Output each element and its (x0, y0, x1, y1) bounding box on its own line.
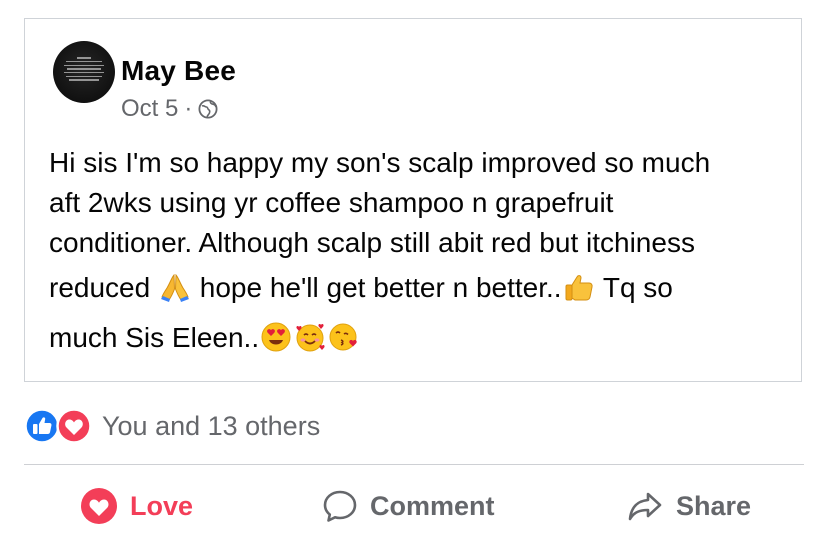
post-line: reduced hope he'll get better n better..… (49, 263, 789, 313)
share-icon (628, 492, 662, 521)
action-bar: Love Comment Share (24, 476, 804, 536)
kissing-heart-emoji (329, 323, 357, 351)
meta-separator: · (184, 95, 193, 122)
avatar[interactable] (53, 41, 115, 103)
share-button[interactable]: Share (626, 476, 751, 536)
comment-label: Comment (370, 490, 495, 521)
reaction-count: You and 13 others (102, 410, 321, 441)
thumbs-up-emoji (565, 275, 593, 301)
post-card: May Bee Oct 5 · Hi sis I'm so happy my s… (24, 18, 802, 382)
reaction-summary[interactable]: You and 13 others (24, 408, 320, 444)
share-label: Share (676, 490, 752, 521)
love-button[interactable]: Love (80, 476, 193, 536)
love-icon (56, 408, 92, 444)
post-text-segment: hope he'll get better n better.. (191, 272, 562, 303)
post-text-segment: reduced (49, 272, 158, 303)
post-text-segment: Tq so (595, 272, 673, 303)
globe-icon (198, 99, 218, 119)
smiling-hearts-emoji (296, 324, 325, 352)
post-text-segment: much Sis Eleen.. (49, 322, 260, 353)
post-body: Hi sis I'm so happy my son's scalp impro… (49, 143, 789, 363)
post-date[interactable]: Oct 5 (121, 95, 178, 123)
post-line: Hi sis I'm so happy my son's scalp impro… (49, 147, 711, 178)
comment-button[interactable]: Comment (322, 476, 495, 536)
comment-icon (323, 490, 357, 522)
love-reaction-icon (81, 488, 117, 524)
divider (24, 464, 804, 465)
avatar-text-graphic (63, 55, 105, 83)
like-icon (24, 408, 60, 444)
post-line: conditioner. Although scalp still abit r… (49, 227, 695, 258)
post-meta: Oct 5 · (121, 95, 218, 123)
post-line: aft 2wks using yr coffee shampoo n grape… (49, 187, 614, 218)
post-line: much Sis Eleen.. (49, 313, 789, 363)
love-label: Love (130, 490, 194, 521)
author-name[interactable]: May Bee (121, 55, 236, 87)
heart-eyes-emoji (261, 322, 291, 352)
folded-hands-emoji (160, 273, 189, 302)
